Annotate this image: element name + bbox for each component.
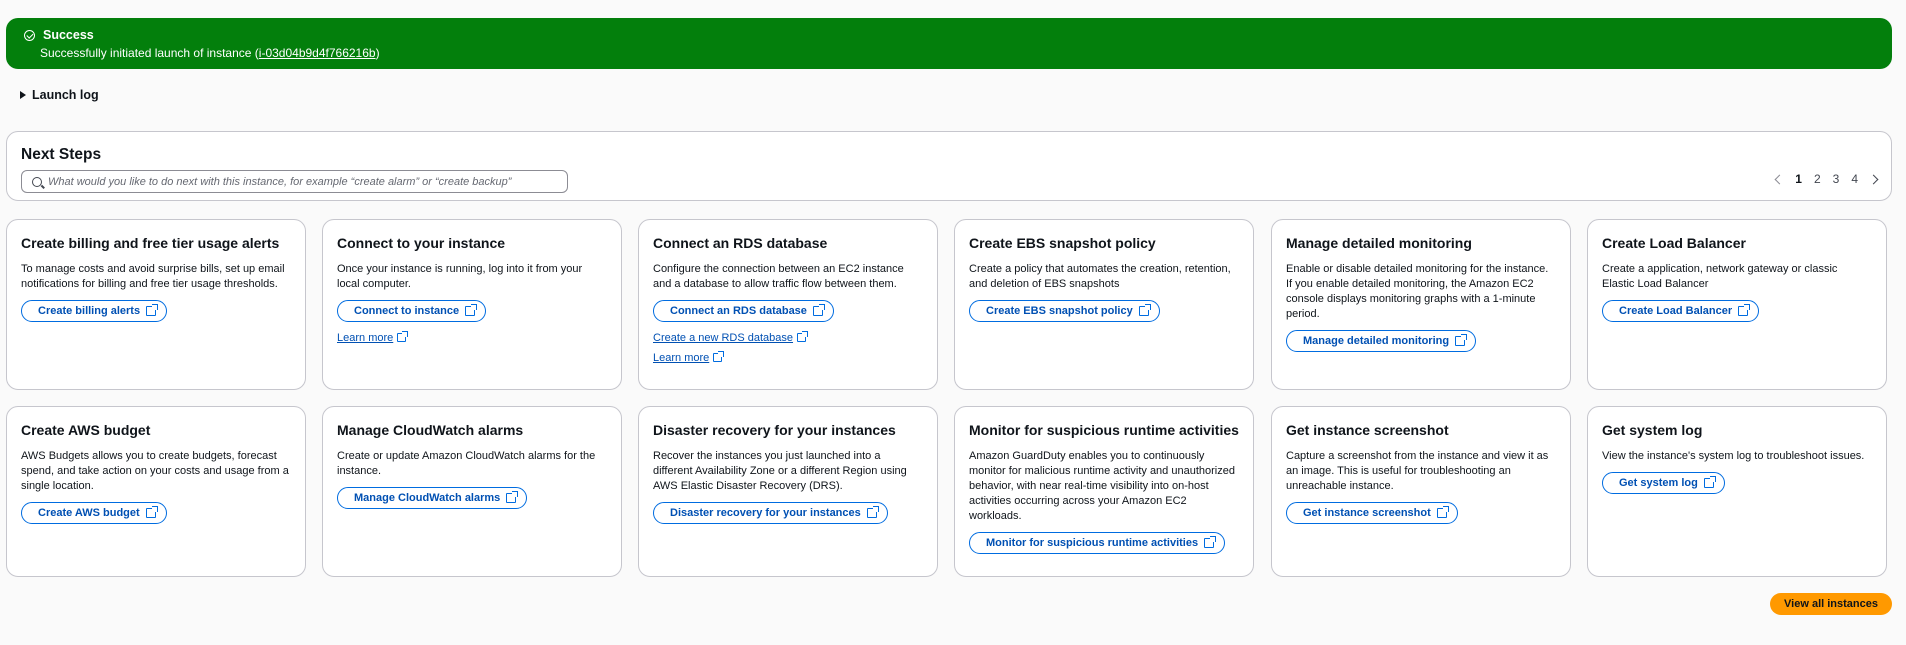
card-description: Enable or disable detailed monitoring fo… bbox=[1286, 263, 1549, 320]
get-instance-screenshot-button[interactable]: Get instance screenshot bbox=[1286, 502, 1458, 524]
page-3[interactable]: 3 bbox=[1833, 172, 1840, 186]
external-link-icon bbox=[397, 331, 409, 342]
flash-title: Success bbox=[43, 28, 94, 42]
external-link-icon bbox=[1138, 304, 1151, 316]
view-all-instances-button[interactable]: View all instances bbox=[1770, 593, 1892, 615]
pagination: 1 2 3 4 bbox=[1774, 172, 1879, 186]
card-disaster-recovery: Disaster recovery for your instances Rec… bbox=[638, 406, 938, 577]
chevron-left-icon[interactable] bbox=[1774, 174, 1785, 184]
chevron-right-icon[interactable] bbox=[1868, 174, 1879, 184]
page-2[interactable]: 2 bbox=[1814, 172, 1821, 186]
external-link-icon bbox=[1703, 476, 1716, 488]
monitor-runtime-activities-button[interactable]: Monitor for suspicious runtime activitie… bbox=[969, 532, 1226, 554]
card-title: Connect to your instance bbox=[337, 235, 506, 251]
search-icon bbox=[32, 176, 42, 187]
card-description: Create or update Amazon CloudWatch alarm… bbox=[337, 450, 596, 477]
external-link-icon bbox=[812, 304, 825, 316]
manage-detailed-monitoring-button[interactable]: Manage detailed monitoring bbox=[1286, 330, 1477, 352]
card-system-log: Get system log View the instance's syste… bbox=[1587, 406, 1887, 577]
card-cloudwatch-alarms: Manage CloudWatch alarms Create or updat… bbox=[322, 406, 622, 577]
external-link-icon bbox=[866, 506, 879, 518]
search-input[interactable] bbox=[48, 175, 548, 188]
card-title: Manage CloudWatch alarms bbox=[337, 422, 524, 438]
external-link-icon bbox=[1455, 334, 1468, 346]
card-ebs-snapshot: Create EBS snapshot policy Create a poli… bbox=[954, 219, 1254, 390]
card-description: Capture a screenshot from the instance a… bbox=[1286, 450, 1549, 492]
launch-log-toggle[interactable]: Launch log bbox=[20, 88, 99, 102]
connect-to-instance-button[interactable]: Connect to instance bbox=[337, 300, 487, 322]
card-description: Create a application, network gateway or… bbox=[1602, 263, 1838, 290]
card-title: Create Load Balancer bbox=[1602, 235, 1746, 251]
external-link-icon bbox=[1436, 506, 1449, 518]
card-title: Monitor for suspicious runtime activitie… bbox=[969, 422, 1239, 438]
card-title: Disaster recovery for your instances bbox=[653, 422, 896, 438]
card-description: View the instance's system log to troubl… bbox=[1602, 450, 1865, 462]
create-load-balancer-button[interactable]: Create Load Balancer bbox=[1602, 300, 1760, 322]
connect-rds-database-button[interactable]: Connect an RDS database bbox=[653, 300, 834, 322]
page-4[interactable]: 4 bbox=[1851, 172, 1858, 186]
disaster-recovery-button[interactable]: Disaster recovery for your instances bbox=[653, 502, 888, 524]
card-description: Recover the instances you just launched … bbox=[653, 450, 907, 492]
card-description: To manage costs and avoid surprise bills… bbox=[21, 263, 285, 290]
card-title: Create EBS snapshot policy bbox=[969, 235, 1156, 251]
card-description: AWS Budgets allows you to create budgets… bbox=[21, 450, 289, 492]
create-billing-alerts-button[interactable]: Create billing alerts bbox=[21, 300, 168, 322]
card-detailed-monitoring: Manage detailed monitoring Enable or dis… bbox=[1271, 219, 1571, 390]
next-steps-search bbox=[21, 170, 568, 193]
card-title: Get instance screenshot bbox=[1286, 422, 1449, 438]
external-link-icon bbox=[1204, 536, 1217, 548]
launch-log-label: Launch log bbox=[32, 88, 99, 102]
card-description: Configure the connection between an EC2 … bbox=[653, 263, 904, 290]
card-billing-alerts: Create billing and free tier usage alert… bbox=[6, 219, 306, 390]
create-ebs-snapshot-policy-button[interactable]: Create EBS snapshot policy bbox=[969, 300, 1160, 322]
card-title: Create AWS budget bbox=[21, 422, 151, 438]
external-link-icon bbox=[465, 304, 478, 316]
card-description: Once your instance is running, log into … bbox=[337, 263, 583, 290]
page-1[interactable]: 1 bbox=[1795, 172, 1802, 186]
external-link-icon bbox=[145, 506, 158, 518]
card-runtime-monitoring: Monitor for suspicious runtime activitie… bbox=[954, 406, 1254, 577]
card-load-balancer: Create Load Balancer Create a applicatio… bbox=[1587, 219, 1887, 390]
card-title: Connect an RDS database bbox=[653, 235, 828, 251]
card-description: Create a policy that automates the creat… bbox=[969, 263, 1231, 290]
external-link-icon bbox=[146, 304, 159, 316]
create-aws-budget-button[interactable]: Create AWS budget bbox=[21, 502, 167, 524]
next-steps-panel: Next Steps 1 2 3 4 bbox=[6, 131, 1892, 201]
card-connect-instance: Connect to your instance Once your insta… bbox=[322, 219, 622, 390]
instance-id-link[interactable]: i-03d04b9d4f766216b bbox=[259, 46, 376, 60]
flash-message: Successfully initiated launch of instanc… bbox=[40, 46, 380, 60]
card-title: Get system log bbox=[1602, 422, 1703, 438]
success-flashbar: Success Successfully initiated launch of… bbox=[6, 18, 1892, 69]
external-link-icon bbox=[506, 491, 519, 503]
caret-right-icon bbox=[20, 91, 26, 99]
card-title: Create billing and free tier usage alert… bbox=[21, 235, 280, 251]
learn-more-link[interactable]: Learn more bbox=[653, 351, 923, 364]
success-check-icon bbox=[24, 29, 35, 41]
external-link-icon bbox=[1738, 304, 1751, 316]
card-description: Amazon GuardDuty enables you to continuo… bbox=[969, 450, 1235, 522]
next-steps-title: Next Steps bbox=[21, 146, 102, 163]
card-instance-screenshot: Get instance screenshot Capture a screen… bbox=[1271, 406, 1571, 577]
card-aws-budget: Create AWS budget AWS Budgets allows you… bbox=[6, 406, 306, 577]
external-link-icon bbox=[713, 351, 725, 362]
card-title: Manage detailed monitoring bbox=[1286, 235, 1472, 251]
manage-cloudwatch-alarms-button[interactable]: Manage CloudWatch alarms bbox=[337, 487, 528, 509]
create-new-rds-database-link[interactable]: Create a new RDS database bbox=[653, 331, 923, 344]
get-system-log-button[interactable]: Get system log bbox=[1602, 472, 1725, 494]
learn-more-link[interactable]: Learn more bbox=[337, 331, 607, 344]
card-connect-rds: Connect an RDS database Configure the co… bbox=[638, 219, 938, 390]
external-link-icon bbox=[797, 331, 809, 342]
